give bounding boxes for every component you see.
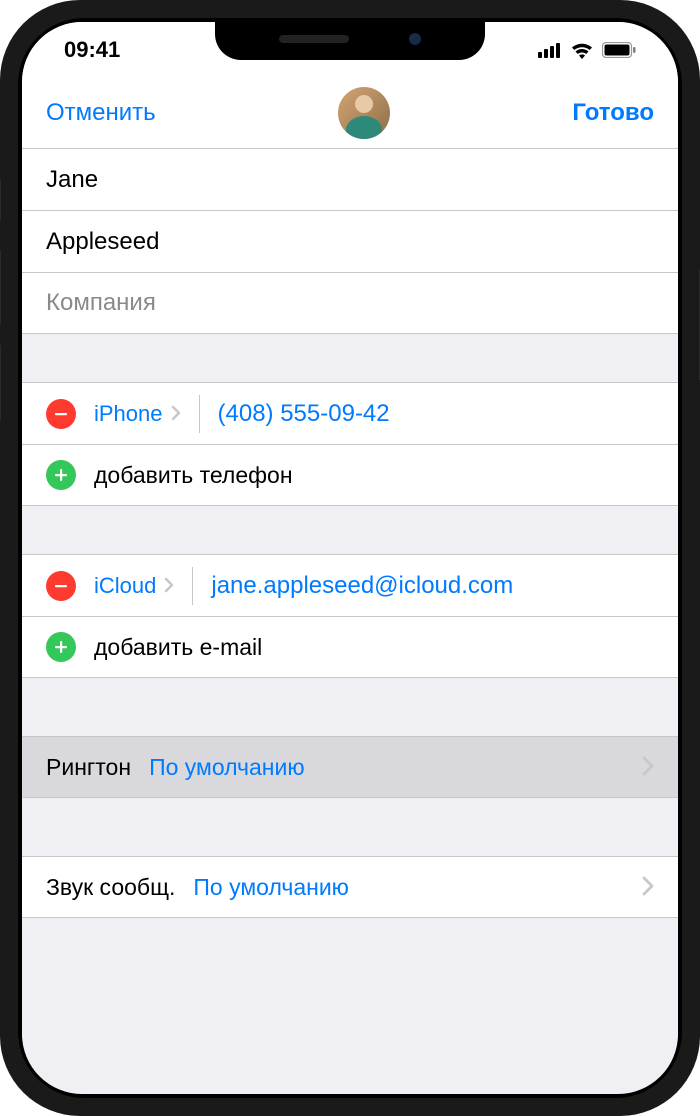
mute-switch [0, 180, 1, 220]
first-name-row[interactable] [22, 148, 678, 210]
email-row[interactable]: iCloud jane.appleseed@icloud.com [22, 554, 678, 616]
group-gap [22, 918, 678, 1038]
notch [215, 18, 485, 60]
chevron-right-icon [642, 872, 654, 903]
ringtone-row[interactable]: Рингтон По умолчанию [22, 736, 678, 798]
device-inner: 09:41 Отменить Готово [18, 18, 682, 1098]
first-name-input[interactable] [46, 166, 654, 194]
front-camera [409, 33, 421, 45]
phone-row[interactable]: iPhone (408) 555-09-42 [22, 382, 678, 444]
device-frame: 09:41 Отменить Готово [0, 0, 700, 1116]
email-address-value[interactable]: jane.appleseed@icloud.com [211, 572, 654, 600]
vertical-separator [192, 567, 193, 605]
remove-phone-icon[interactable] [46, 399, 76, 429]
add-phone-row[interactable]: добавить телефон [22, 444, 678, 506]
group-gap [22, 798, 678, 856]
battery-icon [602, 42, 636, 58]
texttone-label: Звук сообщ. [46, 874, 175, 901]
volume-down-button [0, 345, 1, 420]
done-button[interactable]: Готово [572, 99, 654, 127]
contact-avatar[interactable] [338, 87, 390, 139]
nav-bar: Отменить Готово [22, 78, 678, 148]
company-input[interactable] [46, 289, 654, 317]
speaker-grille [279, 35, 349, 43]
cellular-signal-icon [538, 42, 562, 58]
ringtone-value: По умолчанию [149, 754, 642, 781]
add-email-icon[interactable] [46, 632, 76, 662]
chevron-right-icon [164, 573, 174, 599]
last-name-row[interactable] [22, 210, 678, 272]
remove-email-icon[interactable] [46, 571, 76, 601]
group-gap [22, 678, 678, 736]
wifi-icon [570, 41, 594, 59]
phone-number-value[interactable]: (408) 555-09-42 [218, 400, 654, 428]
volume-up-button [0, 250, 1, 325]
add-phone-label: добавить телефон [94, 462, 293, 489]
texttone-row[interactable]: Звук сообщ. По умолчанию [22, 856, 678, 918]
add-email-row[interactable]: добавить e-mail [22, 616, 678, 678]
email-type-button[interactable]: iCloud [94, 573, 156, 599]
group-gap [22, 334, 678, 382]
ringtone-label: Рингтон [46, 754, 131, 781]
chevron-right-icon [642, 752, 654, 783]
cancel-button[interactable]: Отменить [46, 99, 156, 127]
add-email-label: добавить e-mail [94, 634, 262, 661]
chevron-right-icon [171, 401, 181, 427]
texttone-value: По умолчанию [193, 874, 642, 901]
screen: 09:41 Отменить Готово [22, 22, 678, 1094]
company-row[interactable] [22, 272, 678, 334]
last-name-input[interactable] [46, 228, 654, 256]
group-gap [22, 506, 678, 554]
vertical-separator [199, 395, 200, 433]
phone-type-button[interactable]: iPhone [94, 401, 163, 427]
add-phone-icon[interactable] [46, 460, 76, 490]
